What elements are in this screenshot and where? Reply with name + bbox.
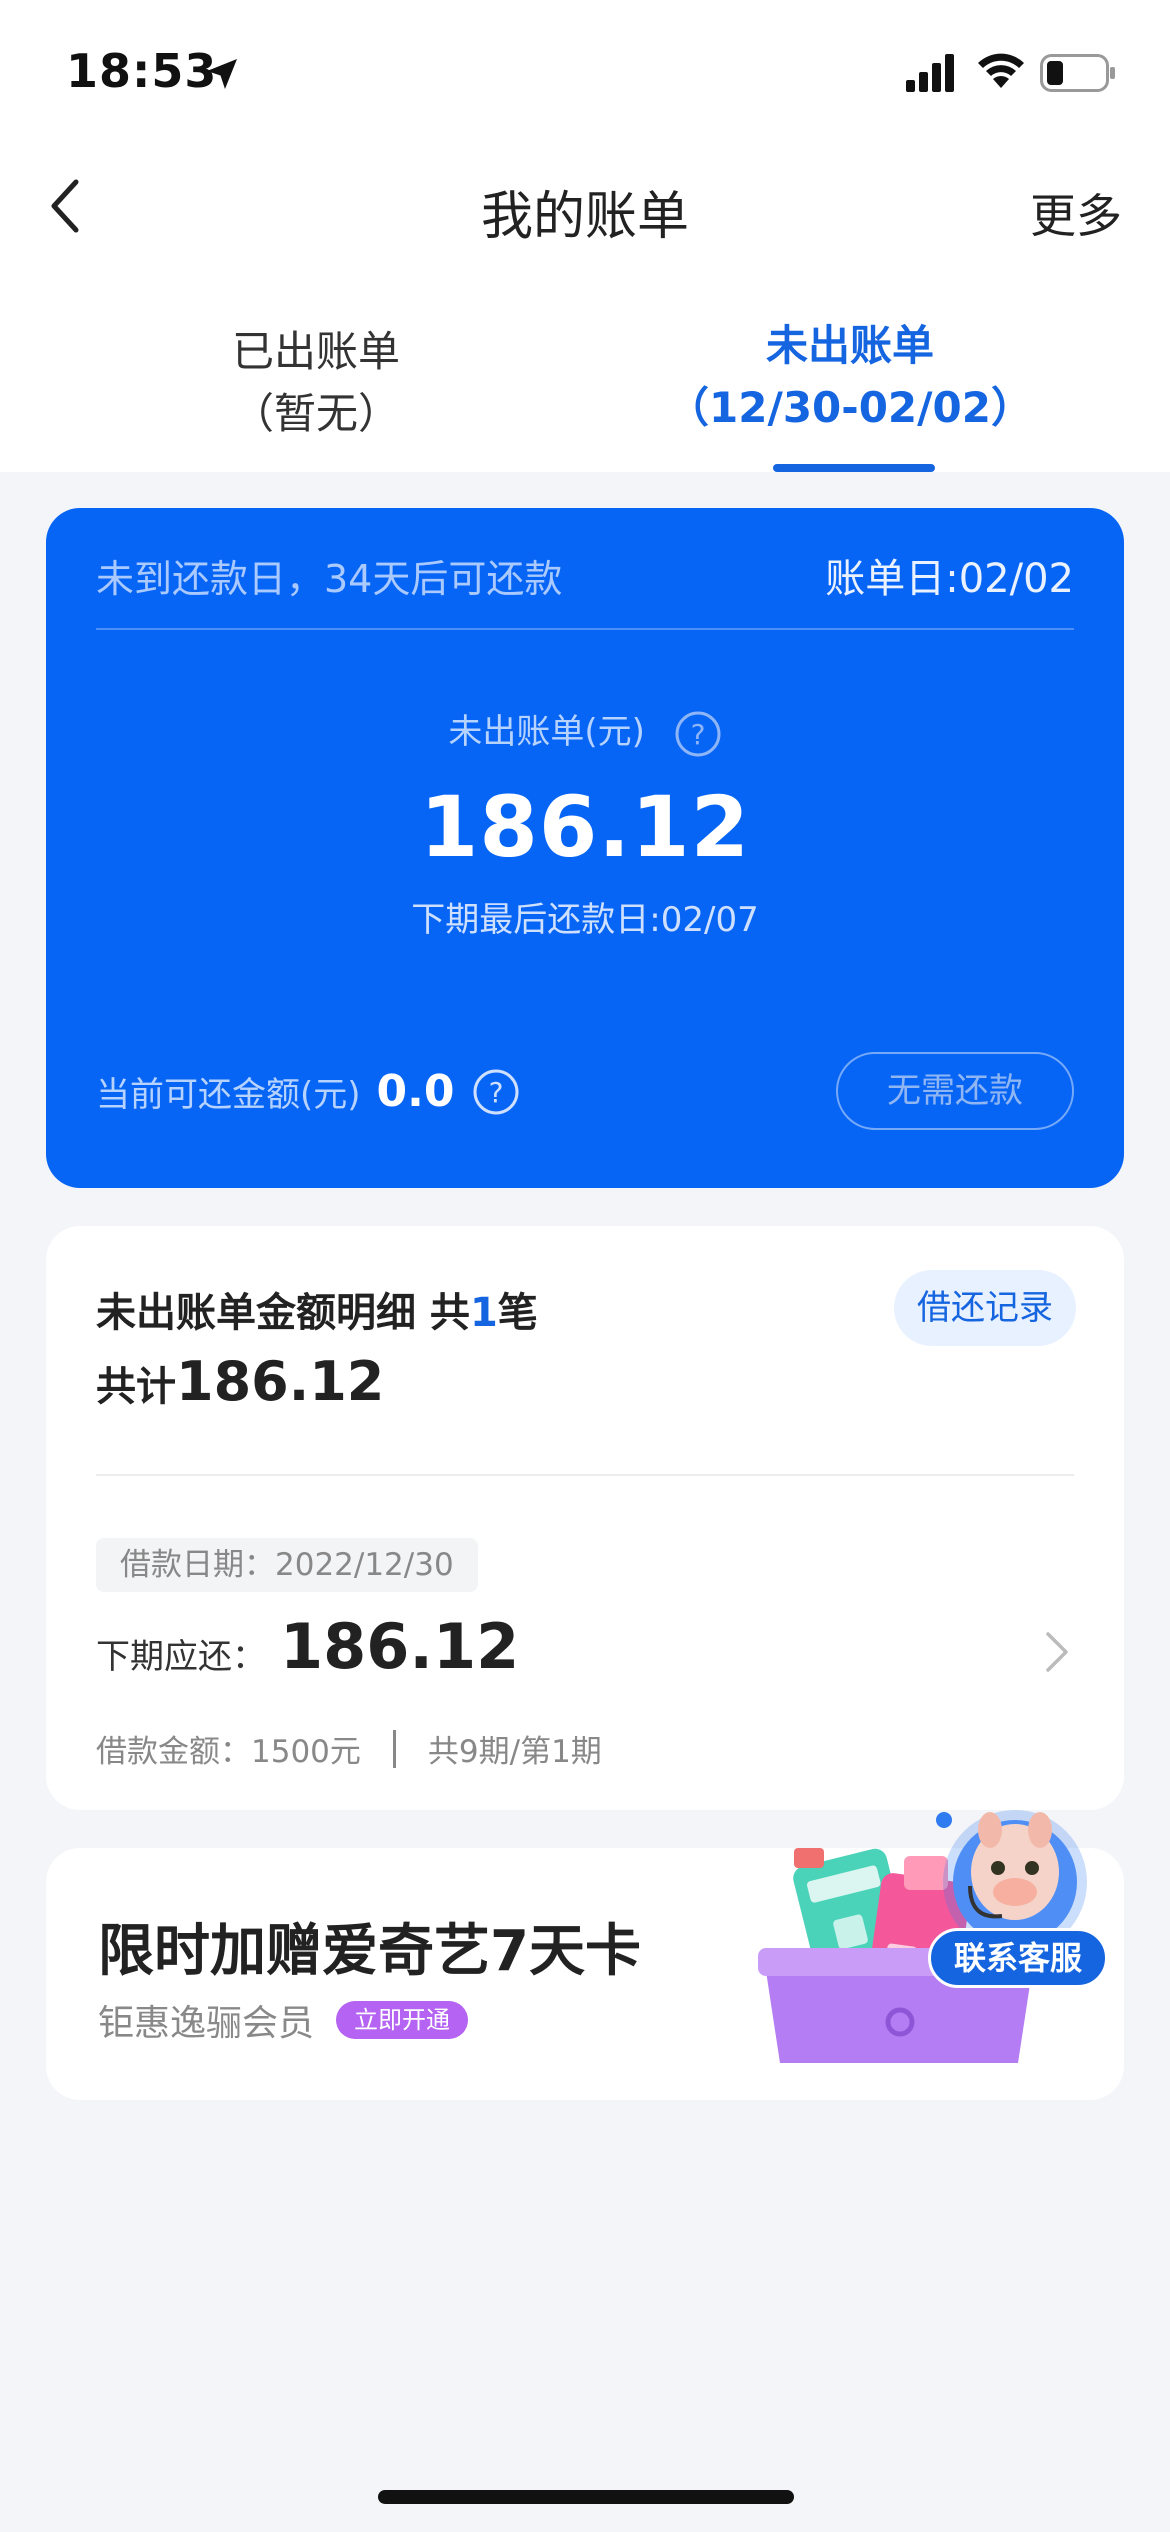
- promo-subtitle: 钜惠逸骊会员: [98, 2003, 315, 2044]
- detail-total-prefix: 共计: [96, 1364, 176, 1410]
- page-title: 我的账单: [480, 187, 689, 247]
- loan-amount: 借款金额：1500元: [96, 1734, 361, 1770]
- wifi-icon: [978, 53, 1024, 88]
- help-icon[interactable]: ?: [472, 1068, 520, 1116]
- cellular-signal-icon: [906, 54, 954, 92]
- available-amount-row: 当前可还金额(元) 0.0 ?: [96, 1066, 520, 1117]
- tab-issued-label: 已出账单: [231, 327, 400, 376]
- unissued-amount-label: 未出账单(元): [448, 712, 645, 752]
- home-indicator[interactable]: [378, 2490, 794, 2504]
- contact-service-button[interactable]: 联系客服: [928, 1928, 1108, 1988]
- tab-issued-bills[interactable]: 已出账单 （暂无）: [106, 322, 526, 446]
- unissued-amount: 186.12: [419, 778, 751, 876]
- loan-meta-row: 借款金额：1500元 共9期/第1期: [96, 1726, 602, 1771]
- more-button[interactable]: 更多: [1030, 180, 1122, 246]
- location-arrow-icon: [207, 59, 237, 89]
- detail-count: 1: [469, 1290, 498, 1336]
- loan-period: 共9期/第1期: [427, 1734, 602, 1770]
- next-due-label: 下期应还：: [96, 1637, 266, 1677]
- bill-detail-card: 未出账单金额明细 共1笔 共计186.12 借还记录 借款日期：2022/12/…: [46, 1226, 1124, 1810]
- battery-icon: [1040, 54, 1115, 92]
- tab-issued-sub: （暂无）: [231, 389, 400, 438]
- status-time: 18:53: [66, 44, 218, 98]
- detail-title-prefix: 未出账单金额明细 共: [96, 1290, 470, 1336]
- bill-summary-card: 未到还款日，34天后可还款 账单日:02/02 未出账单(元) ? 186.12…: [46, 508, 1124, 1188]
- active-tab-indicator: [773, 464, 935, 472]
- chevron-right-icon[interactable]: [1044, 1630, 1070, 1674]
- promo-subtitle-row: 钜惠逸骊会员 立即开通: [98, 1994, 469, 2046]
- available-amount-value: 0.0: [376, 1066, 455, 1117]
- open-now-tag[interactable]: 立即开通: [336, 2001, 469, 2039]
- detail-title: 未出账单金额明细 共1笔: [96, 1280, 538, 1338]
- unissued-amount-label-row: 未出账单(元) ?: [46, 704, 1124, 758]
- next-due-date: 下期最后还款日:02/07: [411, 900, 759, 940]
- tab-unissued-label: 未出账单: [765, 321, 934, 370]
- no-repayment-button[interactable]: 无需还款: [836, 1052, 1074, 1130]
- promo-title: 限时加赠爱奇艺7天卡: [98, 1919, 641, 1984]
- help-icon[interactable]: ?: [674, 710, 722, 758]
- divider: [96, 1474, 1074, 1476]
- divider: [96, 628, 1074, 630]
- available-amount-label: 当前可还金额(元): [96, 1075, 361, 1115]
- loan-record-button[interactable]: 借还记录: [894, 1270, 1076, 1346]
- svg-text:?: ?: [489, 1076, 504, 1109]
- tab-unissued-sub: （12/30-02/02）: [667, 383, 1033, 432]
- svg-text:?: ?: [690, 718, 705, 751]
- bill-day: 账单日:02/02: [825, 556, 1074, 602]
- detail-total-value: 186.12: [176, 1350, 385, 1413]
- detail-title-suffix: 笔: [497, 1290, 538, 1336]
- detail-total: 共计186.12: [96, 1350, 384, 1413]
- separator: [392, 1729, 396, 1768]
- next-due-amount: 186.12: [280, 1610, 520, 1683]
- tab-unissued-bills[interactable]: 未出账单 （12/30-02/02）: [640, 316, 1060, 440]
- repay-notice: 未到还款日，34天后可还款: [96, 557, 563, 601]
- loan-date-badge: 借款日期：2022/12/30: [96, 1538, 478, 1592]
- next-due-row[interactable]: 下期应还： 186.12: [96, 1610, 519, 1683]
